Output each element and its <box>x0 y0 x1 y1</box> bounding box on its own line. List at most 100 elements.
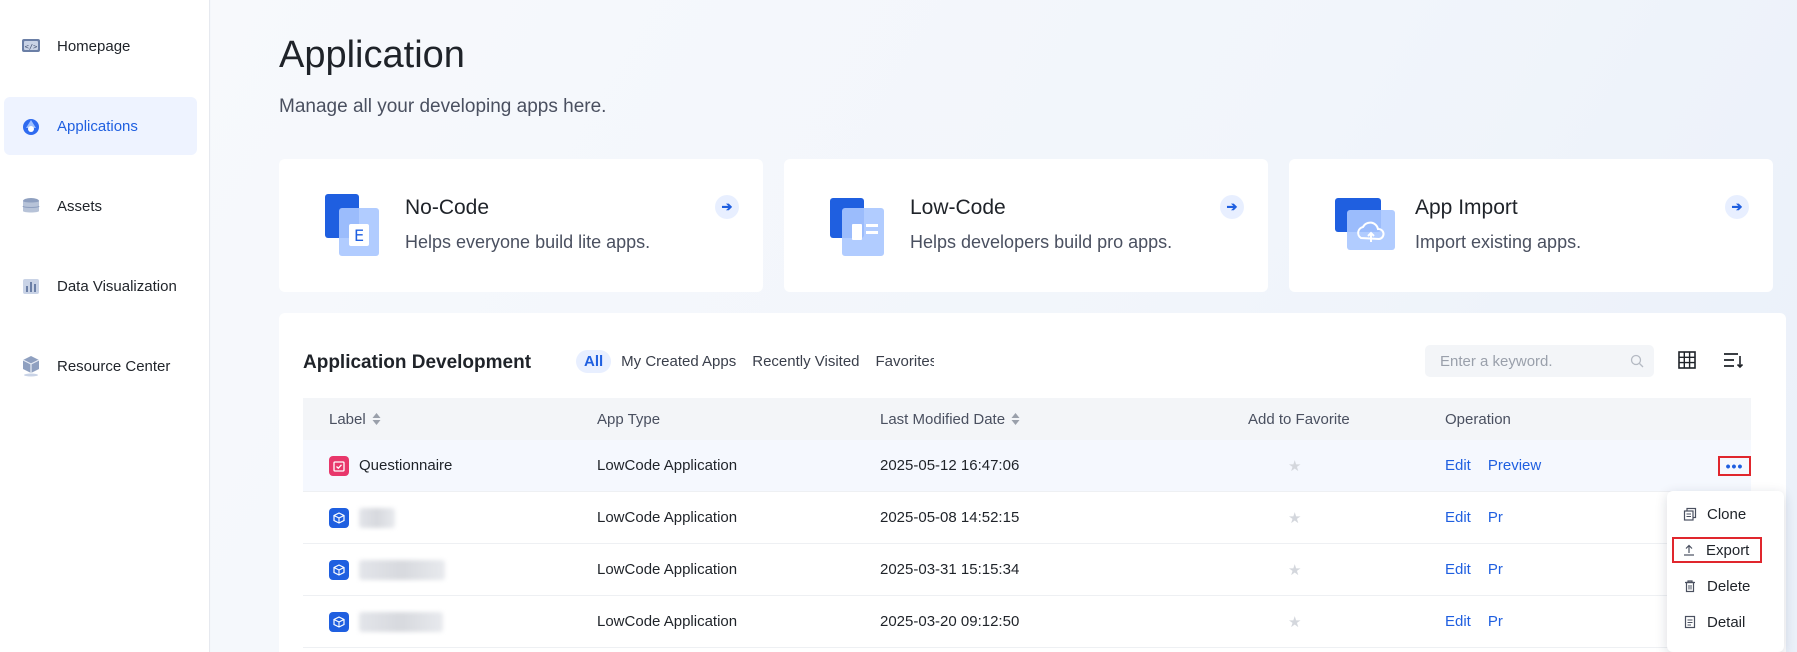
svg-text:E: E <box>354 226 364 245</box>
card-low-code[interactable]: Low-Code Helps developers build pro apps… <box>784 159 1268 292</box>
row-label-cell: Questionnaire <box>329 455 452 476</box>
menu-item-delete[interactable]: Delete <box>1675 573 1765 599</box>
table-row[interactable]: LowCode Application 2025-05-08 14:52:15 … <box>303 492 1751 544</box>
column-header-modified[interactable]: Last Modified Date <box>880 411 1020 428</box>
grid-view-icon[interactable] <box>1677 350 1699 372</box>
card-no-code[interactable]: E No-Code Helps everyone build lite apps… <box>279 159 763 292</box>
edit-link[interactable]: Edit <box>1445 509 1471 526</box>
edit-link[interactable]: Edit <box>1445 561 1471 578</box>
table-row[interactable]: Questionnaire LowCode Application 2025-0… <box>303 440 1751 492</box>
main-content: Application Manage all your developing a… <box>211 0 1797 652</box>
cube-icon <box>20 355 42 377</box>
edit-link[interactable]: Edit <box>1445 457 1471 474</box>
page-subtitle: Manage all your developing apps here. <box>279 96 607 117</box>
trash-icon <box>1685 580 1695 593</box>
menu-item-clone[interactable]: Clone <box>1675 501 1765 527</box>
row-operations: Edit Pr <box>1445 509 1503 526</box>
sidebar-item-resource-center[interactable]: Resource Center <box>4 337 197 395</box>
menu-item-label: Detail <box>1707 613 1746 631</box>
database-icon <box>20 195 42 217</box>
arrow-right-icon[interactable]: ➔ <box>1220 195 1244 219</box>
menu-item-detail[interactable]: Detail <box>1675 609 1765 635</box>
column-header-operation: Operation <box>1445 411 1511 428</box>
tab-all[interactable]: All <box>576 350 612 373</box>
list-view-icon[interactable] <box>1722 350 1746 372</box>
row-app-type: LowCode Application <box>597 509 738 526</box>
application-development-panel: Application Development All My Created A… <box>279 313 1786 652</box>
preview-link[interactable]: Pr <box>1488 561 1503 578</box>
row-modified-date: 2025-03-20 09:12:50 <box>880 613 1020 630</box>
arrow-right-icon[interactable]: ➔ <box>715 195 739 219</box>
search-input[interactable] <box>1440 352 1620 370</box>
row-label[interactable]: Questionnaire <box>359 457 452 474</box>
low-code-icon <box>830 194 886 258</box>
card-description: Import existing apps. <box>1415 232 1582 252</box>
search-icon[interactable] <box>1630 354 1644 368</box>
preview-link[interactable]: Pr <box>1488 613 1503 630</box>
arrow-right-icon[interactable]: ➔ <box>1725 195 1749 219</box>
column-operation-text: Operation <box>1445 410 1511 428</box>
star-icon[interactable]: ★ <box>1288 457 1301 475</box>
preview-link[interactable]: Pr <box>1488 509 1503 526</box>
sidebar-item-data-visualization[interactable]: Data Visualization <box>4 257 197 315</box>
sort-icon[interactable] <box>1011 413 1020 425</box>
document-icon <box>1684 615 1696 629</box>
menu-item-export[interactable]: Export <box>1672 537 1762 563</box>
sidebar-item-label: Assets <box>57 197 103 215</box>
sort-icon[interactable] <box>372 413 381 425</box>
row-operations: Edit Preview <box>1445 457 1541 474</box>
column-favorite-text: Add to Favorite <box>1248 410 1350 428</box>
tab-recently-visited[interactable]: Recently Visited <box>752 353 859 370</box>
sidebar-item-homepage[interactable]: </> Homepage <box>4 17 197 75</box>
column-header-label[interactable]: Label <box>329 411 381 428</box>
column-label-text: Label <box>329 410 366 428</box>
sidebar-item-label: Homepage <box>57 37 131 55</box>
row-label-cell <box>329 507 395 528</box>
no-code-icon: E <box>325 194 381 258</box>
row-label-redacted[interactable] <box>359 507 395 528</box>
star-icon[interactable]: ★ <box>1288 613 1301 631</box>
bar-chart-icon <box>20 275 42 297</box>
tab-my-created-apps[interactable]: My Created Apps <box>621 353 736 370</box>
cube-app-icon <box>329 507 349 528</box>
row-app-type: LowCode Application <box>597 561 738 578</box>
table-row[interactable]: LowCode Application 2025-03-20 09:12:50 … <box>303 596 1751 648</box>
card-title: Low-Code <box>910 196 1006 219</box>
row-label-cell <box>329 611 443 632</box>
sidebar-item-label: Applications <box>57 117 138 135</box>
sidebar: </> Homepage Applications Assets Data Vi… <box>0 0 210 652</box>
row-operations: Edit Pr <box>1445 613 1503 630</box>
column-app-type-text: App Type <box>597 410 661 428</box>
sidebar-item-label: Data Visualization <box>57 277 177 295</box>
more-options-menu: Clone Export Delete Detail <box>1667 491 1784 652</box>
page-title: Application <box>279 34 465 76</box>
card-title: No-Code <box>405 196 490 219</box>
row-modified-date: 2025-05-08 14:52:15 <box>880 509 1020 526</box>
row-label-redacted[interactable] <box>359 559 445 580</box>
panel-title: Application Development <box>303 352 532 373</box>
svg-text:</>: </> <box>25 43 38 51</box>
row-app-type: LowCode Application <box>597 613 738 630</box>
menu-item-label: Clone <box>1707 505 1747 523</box>
row-app-type: LowCode Application <box>597 457 738 474</box>
menu-item-label: Delete <box>1707 577 1751 595</box>
card-app-import[interactable]: App Import Import existing apps. ➔ <box>1289 159 1773 292</box>
cloud-import-icon <box>1335 194 1395 258</box>
star-icon[interactable]: ★ <box>1288 509 1301 527</box>
column-modified-text: Last Modified Date <box>880 410 1006 428</box>
more-options-icon[interactable]: ••• <box>1718 456 1751 476</box>
preview-link[interactable]: Preview <box>1488 457 1541 474</box>
filter-tabs: All My Created Apps Recently Visited Fav… <box>576 350 950 373</box>
sidebar-item-applications[interactable]: Applications <box>4 97 197 155</box>
edit-link[interactable]: Edit <box>1445 613 1471 630</box>
cube-app-icon <box>329 559 349 580</box>
card-description: Helps everyone build lite apps. <box>405 232 651 252</box>
row-label-redacted[interactable] <box>359 611 443 632</box>
table-row[interactable]: LowCode Application 2025-03-31 15:15:34 … <box>303 544 1751 596</box>
sidebar-item-label: Resource Center <box>57 357 171 375</box>
sidebar-item-assets[interactable]: Assets <box>4 177 197 235</box>
tab-favorites[interactable]: Favorites <box>876 353 934 370</box>
row-modified-date: 2025-05-12 16:47:06 <box>880 457 1020 474</box>
search-box <box>1425 345 1654 377</box>
star-icon[interactable]: ★ <box>1288 561 1301 579</box>
